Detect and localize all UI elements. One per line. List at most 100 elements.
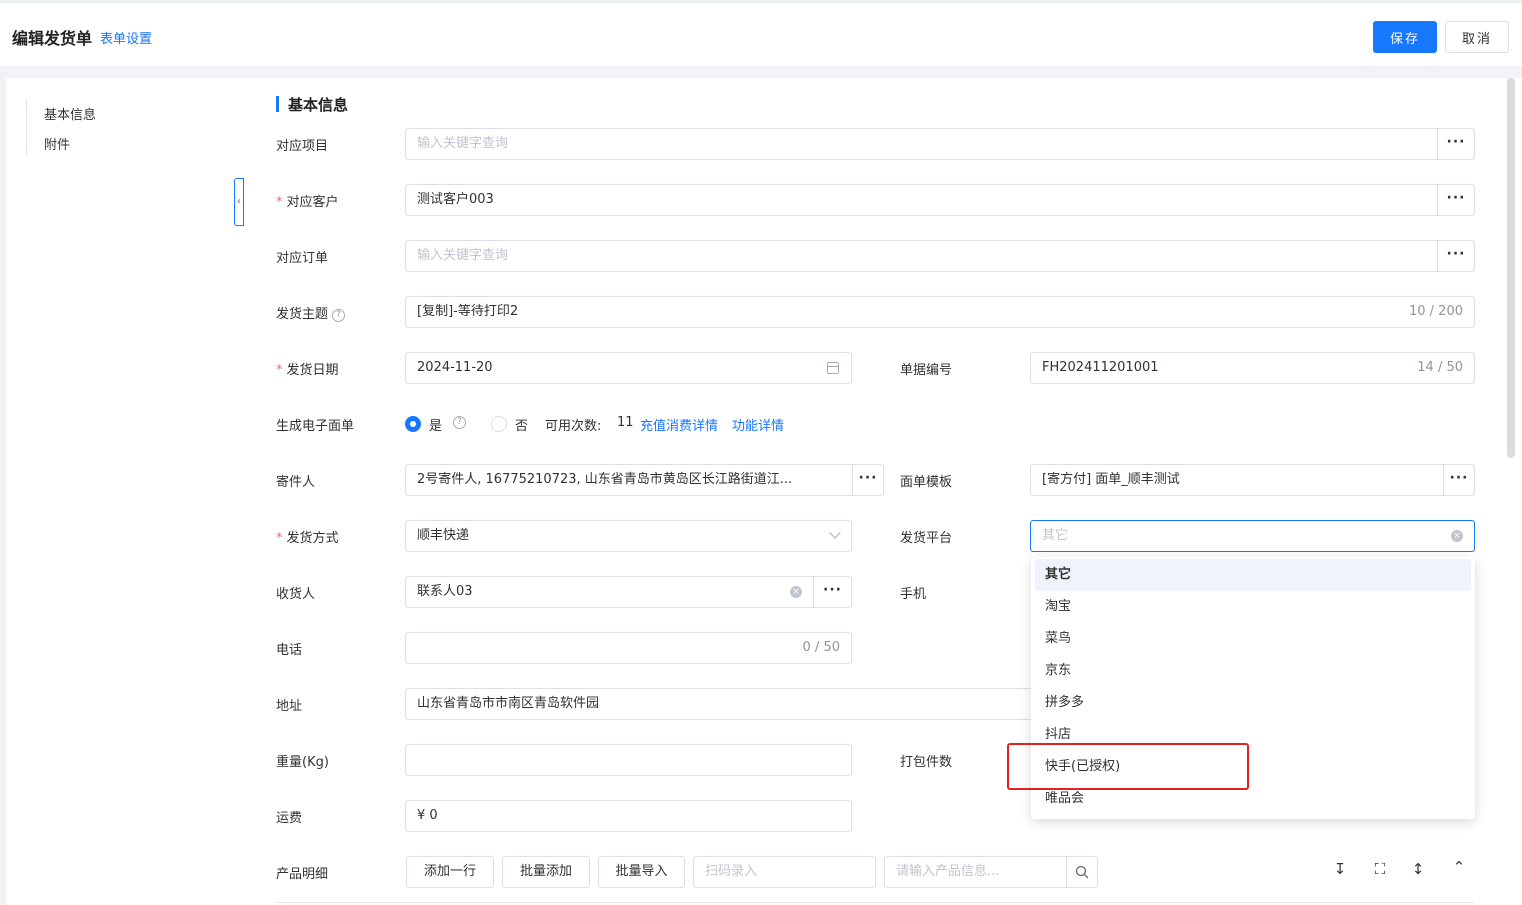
platform-option[interactable]: 其它 <box>1035 559 1471 591</box>
order-label: 对应订单 <box>276 251 329 266</box>
help-icon[interactable]: ? <box>453 416 466 429</box>
platform-option[interactable]: 淘宝 <box>1031 591 1475 623</box>
platform-placeholder: 其它 <box>1042 528 1069 543</box>
ship-date-picker[interactable]: 2024-11-20 <box>405 352 852 384</box>
add-row-button[interactable]: 添加一行 <box>406 856 494 888</box>
top-bar: 编辑发货单 表单设置 保存 取消 <box>0 2 1522 66</box>
section-nav: 基本信息 附件 <box>6 78 244 905</box>
sender-value: 2号寄件人, 16775210723, 山东省青岛市黄岛区长江路街道江... <box>417 472 793 487</box>
more-icon: ··· <box>1446 190 1466 206</box>
scrollbar-thumb[interactable] <box>1507 78 1515 458</box>
e-waybill-yes-label[interactable]: 是 <box>429 415 442 434</box>
ship-method-label: * 发货方式 <box>276 527 339 546</box>
batch-import-button[interactable]: 批量导入 <box>598 856 685 888</box>
receiver-label: 收货人 <box>276 587 316 602</box>
feature-details-link[interactable]: 功能详情 <box>732 415 784 434</box>
customer-more-button[interactable]: ··· <box>1437 184 1475 216</box>
e-waybill-no-radio[interactable] <box>491 416 507 432</box>
customer-label: * 对应客户 <box>276 191 339 210</box>
product-search-placeholder: 请输入产品信息... <box>896 864 1000 879</box>
ship-method-label-text: 发货方式 <box>286 531 339 546</box>
recharge-details-link[interactable]: 充值消费详情 <box>640 415 718 434</box>
nav-item-attachments[interactable]: 附件 <box>44 134 70 153</box>
platform-option[interactable]: 菜鸟 <box>1031 623 1475 655</box>
project-more-button[interactable]: ··· <box>1437 128 1475 160</box>
sender-input[interactable]: 2号寄件人, 16775210723, 山东省青岛市黄岛区长江路街道江... <box>405 464 854 496</box>
ship-date-value: 2024-11-20 <box>417 360 493 375</box>
project-label: 对应项目 <box>276 139 329 154</box>
clear-icon[interactable]: × <box>1451 530 1463 542</box>
order-placeholder: 输入关键字查询 <box>417 248 509 263</box>
doc-no-counter: 14 / 50 <box>1417 360 1463 375</box>
doc-no-label: 单据编号 <box>900 363 953 378</box>
e-waybill-yes-radio[interactable] <box>405 416 421 432</box>
template-input[interactable]: [寄方付] 面单_顺丰测试 <box>1030 464 1445 496</box>
cancel-button[interactable]: 取消 <box>1445 21 1509 53</box>
chevron-up-icon[interactable]: ⌃ <box>1449 858 1469 876</box>
more-icon: ··· <box>1446 134 1466 150</box>
collapse-nav-handle[interactable]: ‹ <box>234 178 244 226</box>
freight-label: 运费 <box>276 811 303 826</box>
weight-input[interactable] <box>405 744 852 776</box>
more-icon: ··· <box>823 582 842 598</box>
e-waybill-no-label[interactable]: 否 <box>515 415 528 434</box>
address-label: 地址 <box>276 699 303 714</box>
help-icon[interactable]: ? <box>332 309 346 322</box>
platform-select[interactable]: 其它 × <box>1030 520 1475 552</box>
fullscreen-icon[interactable]: ⛶ <box>1370 860 1390 878</box>
phone-label: 电话 <box>276 643 303 658</box>
platform-label: 发货平台 <box>900 531 953 546</box>
project-input[interactable]: 输入关键字查询 <box>405 128 1439 160</box>
required-mark: * <box>276 195 283 210</box>
product-search-input[interactable]: 请输入产品信息... <box>884 856 1068 888</box>
receiver-input[interactable]: 联系人03 × <box>405 576 815 608</box>
e-waybill-label: 生成电子面单 <box>276 419 355 434</box>
sender-more-button[interactable]: ··· <box>852 464 884 496</box>
chevron-left-icon: ‹ <box>237 196 241 207</box>
order-input[interactable]: 输入关键字查询 <box>405 240 1439 272</box>
subject-label: 发货主题? <box>276 303 346 322</box>
phone-input[interactable]: 0 / 50 <box>405 632 852 664</box>
batch-add-button[interactable]: 批量添加 <box>502 856 590 888</box>
more-icon: ··· <box>1449 470 1469 486</box>
ship-method-value: 顺丰快递 <box>417 528 470 543</box>
sender-label: 寄件人 <box>276 475 316 490</box>
weight-label: 重量(Kg) <box>276 755 329 770</box>
doc-no-value: FH202411201001 <box>1042 360 1159 375</box>
form-settings-link[interactable]: 表单设置 <box>100 28 152 47</box>
receiver-value: 联系人03 <box>417 584 473 599</box>
ship-method-select[interactable]: 顺丰快递 <box>405 520 852 552</box>
customer-input[interactable]: 测试客户003 <box>405 184 1439 216</box>
template-more-button[interactable]: ··· <box>1443 464 1475 496</box>
order-more-button[interactable]: ··· <box>1437 240 1475 272</box>
subject-value: [复制]-等待打印2 <box>417 304 519 319</box>
search-button[interactable] <box>1066 856 1098 888</box>
template-label: 面单模板 <box>900 475 953 490</box>
subject-input[interactable]: [复制]-等待打印2 10 / 200 <box>405 296 1475 328</box>
divider <box>276 902 1474 903</box>
more-icon: ··· <box>1446 246 1466 262</box>
receiver-more-button[interactable]: ··· <box>813 576 852 608</box>
customer-label-text: 对应客户 <box>286 195 339 210</box>
nav-divider <box>26 98 27 156</box>
scan-placeholder: 扫码录入 <box>705 864 758 879</box>
available-count-label: 可用次数: <box>545 419 602 434</box>
nav-item-basic-info[interactable]: 基本信息 <box>44 104 96 123</box>
save-button[interactable]: 保存 <box>1373 21 1437 53</box>
required-mark: * <box>276 531 283 546</box>
package-count-label: 打包件数 <box>900 755 953 770</box>
vertical-resize-icon[interactable]: ↕ <box>1408 860 1428 878</box>
ship-date-label: * 发货日期 <box>276 359 339 378</box>
row-height-icon[interactable]: ↧ <box>1330 860 1350 878</box>
address-value: 山东省青岛市市南区青岛软件园 <box>417 696 600 711</box>
clear-icon[interactable]: × <box>790 586 802 598</box>
subject-counter: 10 / 200 <box>1409 304 1463 319</box>
customer-value: 测试客户003 <box>417 192 494 207</box>
doc-no-input[interactable]: FH202411201001 14 / 50 <box>1030 352 1475 384</box>
phone-counter: 0 / 50 <box>802 640 840 655</box>
platform-option[interactable]: 京东 <box>1031 655 1475 687</box>
available-count-value: 11 <box>617 415 634 430</box>
scan-input[interactable]: 扫码录入 <box>693 856 876 888</box>
platform-option[interactable]: 拼多多 <box>1031 687 1475 719</box>
freight-input[interactable]: ¥ 0 <box>405 800 852 832</box>
